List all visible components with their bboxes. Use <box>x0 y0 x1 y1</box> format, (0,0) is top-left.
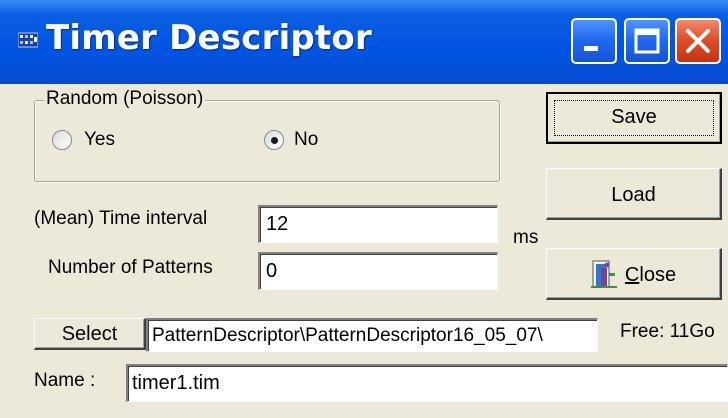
close-x-icon <box>686 29 710 53</box>
title-bar[interactable]: Timer Descriptor <box>0 0 728 84</box>
door-exit-icon <box>590 260 617 288</box>
minimize-icon <box>584 46 598 51</box>
maximize-button[interactable] <box>624 18 670 64</box>
close-mnemonic: C <box>624 264 640 286</box>
patterns-input[interactable] <box>258 252 498 290</box>
yes-radio[interactable] <box>52 130 72 150</box>
interval-label: (Mean) Time interval <box>34 208 208 229</box>
patterns-label: Number of Patterns <box>48 257 213 278</box>
close-button[interactable]: Close <box>546 248 722 300</box>
save-button[interactable]: Save <box>546 92 722 144</box>
random-group-legend: Random (Poisson) <box>44 88 206 110</box>
yes-radio-label[interactable]: Yes <box>84 129 115 151</box>
maximize-icon <box>634 28 660 54</box>
no-radio-label[interactable]: No <box>294 129 318 151</box>
window-title: Timer Descriptor <box>46 18 372 58</box>
name-input[interactable] <box>126 364 728 402</box>
interval-unit: ms <box>513 227 539 248</box>
minimize-button[interactable] <box>571 18 617 64</box>
load-button-label: Load <box>611 184 656 206</box>
name-label: Name : <box>34 370 96 391</box>
app-icon[interactable] <box>17 32 39 48</box>
save-button-label: Save <box>611 106 657 128</box>
pattern-path-input[interactable] <box>146 318 598 352</box>
select-button-label: Select <box>61 323 118 345</box>
no-radio[interactable] <box>264 130 284 150</box>
close-button-content: Close <box>590 260 677 288</box>
interval-input[interactable] <box>258 205 498 243</box>
load-button[interactable]: Load <box>546 168 722 220</box>
close-window-button[interactable] <box>675 18 721 64</box>
radio-selected-dot <box>271 137 278 144</box>
close-button-label: lose <box>639 264 677 286</box>
select-button[interactable]: Select <box>34 318 146 350</box>
free-space-label: Free: 11Go <box>620 321 715 342</box>
